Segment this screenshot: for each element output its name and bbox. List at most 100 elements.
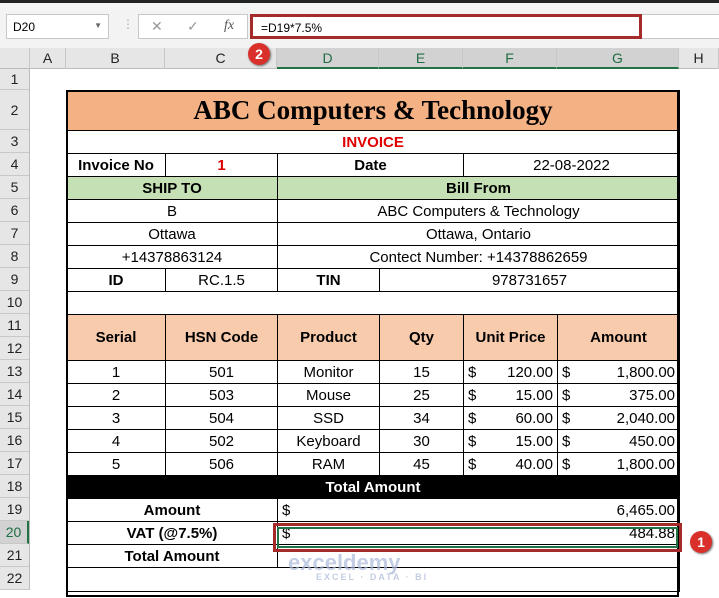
item-amount[interactable]: $375.00: [557, 383, 680, 407]
item-serial[interactable]: 2: [66, 383, 166, 407]
row-header-16[interactable]: 16: [0, 429, 29, 452]
item-unit-price[interactable]: $15.00: [463, 429, 558, 453]
item-qty[interactable]: 30: [379, 429, 464, 453]
column-header-e[interactable]: E: [379, 48, 463, 69]
row-header-3[interactable]: 3: [0, 130, 29, 153]
ship-to-label[interactable]: SHIP TO: [66, 176, 278, 200]
item-product[interactable]: SSD: [277, 406, 380, 430]
invoice-no-value[interactable]: 1: [165, 153, 278, 177]
item-qty[interactable]: 45: [379, 452, 464, 476]
row-header-19[interactable]: 19: [0, 498, 29, 521]
item-product[interactable]: Monitor: [277, 360, 380, 384]
tin-value[interactable]: 978731657: [379, 268, 680, 292]
item-amount[interactable]: $1,800.00: [557, 452, 680, 476]
row-header-17[interactable]: 17: [0, 452, 29, 475]
item-qty[interactable]: 25: [379, 383, 464, 407]
row-header-20[interactable]: 20: [0, 521, 29, 544]
item-amount[interactable]: $2,040.00: [557, 406, 680, 430]
header-product[interactable]: Product: [277, 314, 380, 361]
row-header-18[interactable]: 18: [0, 475, 29, 498]
drag-handle-icon[interactable]: ⋮: [122, 17, 134, 31]
item-qty[interactable]: 15: [379, 360, 464, 384]
row-header-14[interactable]: 14: [0, 383, 29, 406]
empty-row[interactable]: [66, 291, 680, 315]
formula-input[interactable]: =D19*7.5%: [250, 14, 642, 39]
row-header-6[interactable]: 6: [0, 199, 29, 222]
insert-function-icon[interactable]: fx: [224, 18, 234, 34]
ship-name[interactable]: B: [66, 199, 278, 223]
column-header-a[interactable]: A: [30, 48, 66, 69]
row-header-5[interactable]: 5: [0, 176, 29, 199]
tin-label[interactable]: TIN: [277, 268, 380, 292]
item-serial[interactable]: 4: [66, 429, 166, 453]
header-amount[interactable]: Amount: [557, 314, 680, 361]
item-hsn[interactable]: 501: [165, 360, 278, 384]
currency-symbol: $: [562, 363, 571, 381]
item-hsn[interactable]: 506: [165, 452, 278, 476]
header-hsn[interactable]: HSN Code: [165, 314, 278, 361]
row-header-15[interactable]: 15: [0, 406, 29, 429]
formula-input-extension[interactable]: [642, 14, 719, 39]
item-unit-price[interactable]: $60.00: [463, 406, 558, 430]
item-unit-price[interactable]: $40.00: [463, 452, 558, 476]
item-product[interactable]: Mouse: [277, 383, 380, 407]
enter-icon[interactable]: ✓: [187, 18, 199, 35]
date-label[interactable]: Date: [277, 153, 464, 177]
bill-from-label[interactable]: Bill From: [277, 176, 680, 200]
row-header-4[interactable]: 4: [0, 153, 29, 176]
amount-label[interactable]: Amount: [66, 498, 278, 522]
header-unit-price[interactable]: Unit Price: [463, 314, 558, 361]
total-amount-header[interactable]: Total Amount: [66, 475, 680, 499]
column-header-b[interactable]: B: [66, 48, 165, 69]
item-serial[interactable]: 5: [66, 452, 166, 476]
invoice-no-label[interactable]: Invoice No: [66, 153, 166, 177]
bill-name[interactable]: ABC Computers & Technology: [277, 199, 680, 223]
cancel-icon[interactable]: ✕: [151, 18, 163, 35]
item-product[interactable]: Keyboard: [277, 429, 380, 453]
item-hsn[interactable]: 504: [165, 406, 278, 430]
item-amount[interactable]: $450.00: [557, 429, 680, 453]
item-unit-price[interactable]: $15.00: [463, 383, 558, 407]
ship-city[interactable]: Ottawa: [66, 222, 278, 246]
row-header-7[interactable]: 7: [0, 222, 29, 245]
select-all-button[interactable]: [0, 48, 30, 69]
header-serial[interactable]: Serial: [66, 314, 166, 361]
item-hsn[interactable]: 502: [165, 429, 278, 453]
item-amount[interactable]: $1,800.00: [557, 360, 680, 384]
column-header-g[interactable]: G: [557, 48, 679, 69]
id-label[interactable]: ID: [66, 268, 166, 292]
item-serial[interactable]: 1: [66, 360, 166, 384]
ship-phone[interactable]: +14378863124: [66, 245, 278, 269]
id-value[interactable]: RC.1.5: [165, 268, 278, 292]
bill-phone[interactable]: Contect Number: +14378862659: [277, 245, 680, 269]
row-header-21[interactable]: 21: [0, 544, 29, 567]
row-header-2[interactable]: 2: [0, 90, 29, 130]
column-header-f[interactable]: F: [463, 48, 557, 69]
vat-value-cell[interactable]: $484.88: [277, 521, 680, 545]
row-header-11[interactable]: 11: [0, 314, 29, 337]
column-header-h[interactable]: H: [679, 48, 719, 69]
item-product[interactable]: RAM: [277, 452, 380, 476]
item-serial[interactable]: 3: [66, 406, 166, 430]
item-unit-price[interactable]: $120.00: [463, 360, 558, 384]
row-header-13[interactable]: 13: [0, 360, 29, 383]
date-value[interactable]: 22-08-2022: [463, 153, 680, 177]
item-qty[interactable]: 34: [379, 406, 464, 430]
row-header-22[interactable]: 22: [0, 567, 29, 590]
row-header-12[interactable]: 12: [0, 337, 29, 360]
invoice-title[interactable]: ABC Computers & Technology: [66, 90, 680, 131]
row-header-9[interactable]: 9: [0, 268, 29, 291]
total-amount-label[interactable]: Total Amount: [66, 544, 278, 568]
invoice-subtitle[interactable]: INVOICE: [66, 130, 680, 154]
row-header-10[interactable]: 10: [0, 291, 29, 314]
vat-label[interactable]: VAT (@7.5%): [66, 521, 278, 545]
name-box[interactable]: D20 ▼: [6, 14, 109, 39]
chevron-down-icon[interactable]: ▼: [94, 21, 102, 30]
amount-value-cell[interactable]: $6,465.00: [277, 498, 680, 522]
column-header-d[interactable]: D: [277, 48, 379, 69]
bill-city[interactable]: Ottawa, Ontario: [277, 222, 680, 246]
item-hsn[interactable]: 503: [165, 383, 278, 407]
header-qty[interactable]: Qty: [379, 314, 464, 361]
row-header-1[interactable]: 1: [0, 69, 29, 90]
row-header-8[interactable]: 8: [0, 245, 29, 268]
